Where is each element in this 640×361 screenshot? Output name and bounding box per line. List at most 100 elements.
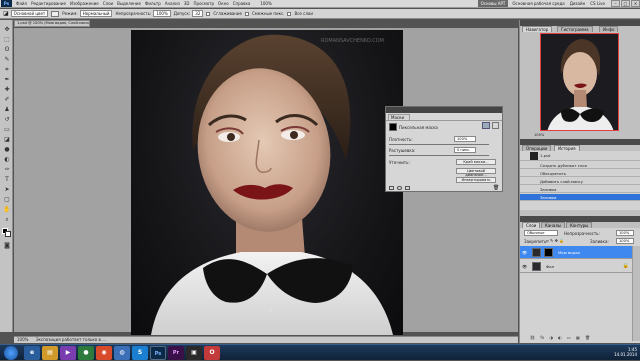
cs-live-link[interactable]: CS Live (590, 1, 605, 6)
navigator-zoom-value[interactable]: 100% (534, 133, 544, 137)
workspace-button[interactable]: Основы АРТ (477, 0, 509, 7)
density-slider[interactable] (389, 144, 489, 145)
apply-mask-icon[interactable] (397, 186, 402, 190)
paint-bucket-tool-icon[interactable]: ◪ (3, 136, 11, 144)
maximize-icon[interactable]: □ (621, 0, 630, 7)
move-tool-icon[interactable]: ✥ (3, 26, 11, 34)
history-item[interactable]: Создать дубликат слоя (520, 162, 640, 169)
menu-analysis[interactable]: Анализ (165, 1, 180, 6)
fill-source-select[interactable]: Основной цвет (10, 10, 49, 17)
workspace-design-link[interactable]: Дизайн (570, 1, 586, 6)
menu-3d[interactable]: 3D (184, 1, 190, 6)
menu-layer[interactable]: Слои (103, 1, 113, 6)
navigator-zoom-bar[interactable]: 100% (534, 132, 634, 138)
blur-tool-icon[interactable]: ● (3, 146, 11, 154)
history-item[interactable]: Обесцветить (520, 170, 640, 177)
explorer-icon[interactable]: ▤ (42, 346, 58, 360)
disable-mask-icon[interactable] (405, 186, 410, 190)
lock-icons[interactable]: ▫ ✎ ✥ 🔒 (546, 238, 564, 243)
zoom-tool-icon[interactable]: ⌕ (3, 216, 11, 224)
start-button-icon[interactable] (4, 346, 18, 360)
vector-mask-icon[interactable] (492, 122, 499, 129)
tab-histogram[interactable]: Гистограмма (557, 26, 593, 32)
antialias-checkbox[interactable] (206, 11, 211, 16)
history-brush-tool-icon[interactable]: ↺ (3, 116, 11, 124)
contiguous-checkbox[interactable] (244, 11, 249, 16)
pixel-mask-icon[interactable] (482, 122, 490, 129)
menu-help[interactable]: Справка (233, 1, 251, 6)
eye-icon[interactable]: 👁 (522, 264, 527, 269)
feather-input[interactable]: 0 пикс. (454, 147, 476, 153)
invert-button[interactable]: Инвертировать (456, 177, 496, 183)
load-selection-icon[interactable] (389, 186, 394, 190)
document-tab[interactable]: 1.psd @ 100% (Мою водяя, Слой-маска/8) * (14, 20, 90, 27)
dodge-tool-icon[interactable]: ◐ (3, 156, 11, 164)
eyedropper-tool-icon[interactable]: ✒ (3, 76, 11, 84)
menu-select[interactable]: Выделение (117, 1, 141, 6)
menu-filter[interactable]: Фильтр (145, 1, 161, 6)
photoshop-taskbar-icon[interactable]: Ps (150, 346, 166, 360)
layer-row-selected[interactable]: 👁 Мою водяя (520, 246, 632, 259)
workspace-essentials-link[interactable]: Основная рабочая среда (512, 1, 564, 6)
menu-file[interactable]: Файл (16, 1, 27, 6)
firefox-icon[interactable]: ◉ (96, 346, 112, 360)
mode-select[interactable]: Нормальный (79, 10, 113, 17)
system-clock[interactable]: 1:45 14.01.2014 (614, 347, 637, 357)
app-icon[interactable]: ● (78, 346, 94, 360)
menu-edit[interactable]: Редактирование (31, 1, 66, 6)
eye-icon[interactable]: 👁 (522, 250, 527, 255)
media-icon[interactable]: ▶ (60, 346, 76, 360)
history-item-selected[interactable]: Заливка (520, 194, 640, 201)
status-zoom[interactable]: 100% (17, 337, 28, 342)
eraser-tool-icon[interactable]: ▭ (3, 126, 11, 134)
clone-stamp-tool-icon[interactable]: ♟ (3, 106, 11, 114)
paint-bucket-tool-icon[interactable]: ◪ (3, 10, 9, 17)
zoom-level[interactable]: 100% (260, 1, 271, 6)
layers-scrollbar[interactable] (632, 246, 640, 341)
opera-icon[interactable]: O (204, 346, 220, 360)
hand-tool-icon[interactable]: ✋ (3, 206, 11, 214)
tolerance-input[interactable]: 32 (192, 10, 204, 17)
all-layers-checkbox[interactable] (287, 11, 292, 16)
history-item[interactable]: Заливка (520, 186, 640, 193)
pattern-swatch[interactable] (51, 10, 60, 17)
lasso-tool-icon[interactable]: ʘ (3, 46, 11, 54)
layers-footer-icons[interactable]: ⛓ fx ◑ ◐ ▭ ▦ 🗑 (530, 335, 630, 341)
history-item[interactable]: Добавить слой-маску (520, 178, 640, 185)
opacity-input[interactable]: 100% (153, 10, 171, 17)
tab-navigator[interactable]: Навигатор (522, 26, 553, 32)
tab-info[interactable]: Инфо (599, 26, 619, 32)
premiere-icon[interactable]: Pr (168, 346, 184, 360)
shape-tool-icon[interactable]: ▢ (3, 196, 11, 204)
menu-view[interactable]: Просмотр (194, 1, 215, 6)
crop-tool-icon[interactable]: ⌗ (3, 66, 11, 74)
layer-mask-thumbnail[interactable] (544, 248, 553, 257)
pen-tool-icon[interactable]: ✑ (3, 166, 11, 174)
portrait-photo[interactable]: ROMANSAVCHENKO.COM (131, 30, 403, 335)
healing-tool-icon[interactable]: ✚ (3, 86, 11, 94)
blend-mode-select[interactable]: Обычные (524, 230, 558, 236)
brush-tool-icon[interactable]: ✐ (3, 96, 11, 104)
path-select-tool-icon[interactable]: ➤ (3, 186, 11, 194)
menu-image[interactable]: Изображение (70, 1, 99, 6)
history-snapshot[interactable]: 1.psd (520, 151, 640, 161)
navigator-preview[interactable] (540, 33, 619, 131)
background-color-swatch[interactable] (5, 231, 11, 237)
layer-row[interactable]: 👁 Фон 🔒 (520, 260, 632, 273)
marquee-tool-icon[interactable]: ⬚ (3, 36, 11, 44)
chrome-icon[interactable]: ◍ (114, 346, 130, 360)
type-tool-icon[interactable]: T (3, 176, 11, 184)
quick-select-tool-icon[interactable]: ✎ (3, 56, 11, 64)
quick-mask-icon[interactable]: ◙ (3, 242, 11, 250)
color-range-button[interactable]: Цветовой диапазон... (456, 168, 496, 177)
layer-opacity-input[interactable]: 100% (616, 230, 634, 236)
skype-icon[interactable]: S (132, 346, 148, 360)
close-icon[interactable]: × (631, 0, 640, 7)
delete-mask-icon[interactable]: 🗑 (493, 186, 499, 191)
density-input[interactable]: 100% (454, 136, 476, 142)
mask-edge-button[interactable]: Край маски... (456, 159, 496, 165)
feather-slider[interactable] (389, 155, 489, 156)
video-app-icon[interactable]: ▣ (186, 346, 202, 360)
minimize-icon[interactable]: – (611, 0, 620, 7)
ie-icon[interactable]: e (24, 346, 40, 360)
